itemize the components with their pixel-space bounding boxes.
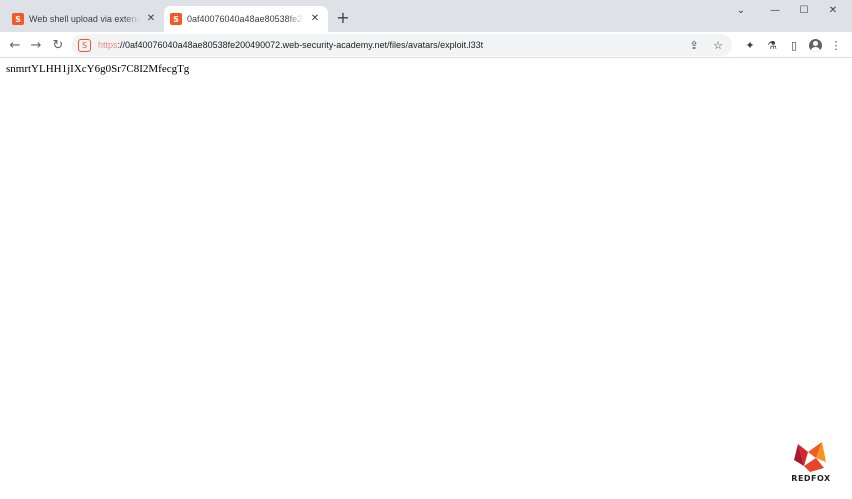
labs-flask-icon[interactable]: ⚗ (763, 36, 781, 54)
response-body-text: snmrtYLHH1jIXcY6g0Sr7C8I2MfecgTg (6, 63, 190, 75)
close-tab-icon[interactable]: ✕ (308, 12, 322, 26)
profile-avatar-icon[interactable] (806, 36, 824, 54)
site-info-icon[interactable]: S (78, 38, 91, 52)
tab-web-shell-upload[interactable]: S Web shell upload via extension bl ✕ (6, 6, 164, 32)
new-tab-icon[interactable]: + (334, 9, 352, 27)
bookmark-star-icon[interactable]: ☆ (710, 37, 726, 53)
browser-toolbar: ← → ↻ S https://0af40076040a48ae80538fe2… (0, 32, 852, 58)
minimize-icon[interactable]: — (760, 0, 790, 20)
address-bar[interactable]: S https://0af40076040a48ae80538fe2004900… (72, 34, 732, 56)
tab-title: 0af40076040a48ae80538fe200490 (187, 14, 304, 24)
window-close-icon[interactable]: ✕ (818, 0, 848, 20)
url-scheme: https (98, 40, 118, 50)
reload-icon[interactable]: ↻ (49, 36, 67, 54)
extensions-puzzle-icon[interactable]: ✦ (741, 36, 759, 54)
tab-search-chevron-down-icon[interactable]: ⌄ (726, 0, 756, 20)
close-tab-icon[interactable]: ✕ (144, 12, 158, 26)
avatar (808, 38, 822, 52)
maximize-icon[interactable]: ☐ (789, 0, 819, 20)
tab-strip: S Web shell upload via extension bl ✕ S … (0, 0, 852, 32)
share-icon[interactable]: ⇪ (686, 37, 702, 53)
portswigger-favicon-icon: S (12, 13, 24, 25)
tab-title: Web shell upload via extension bl (29, 14, 140, 24)
kebab-menu-icon[interactable]: ⋮ (827, 36, 845, 54)
portswigger-favicon-icon: S (170, 13, 182, 25)
side-panel-icon[interactable]: ▯ (785, 36, 803, 54)
page-content: snmrtYLHH1jIXcY6g0Sr7C8I2MfecgTg (0, 59, 852, 499)
tab-active-exploit[interactable]: S 0af40076040a48ae80538fe200490 ✕ (164, 6, 328, 32)
redfox-logo: REDFOX (786, 440, 836, 490)
back-arrow-icon[interactable]: ← (6, 36, 24, 54)
url-rest: ://0af40076040a48ae80538fe200490072.web-… (117, 40, 484, 50)
watermark-label: REDFOX (791, 474, 831, 483)
fox-head-icon (794, 442, 826, 472)
forward-arrow-icon[interactable]: → (27, 36, 45, 54)
url-text: https://0af40076040a48ae80538fe200490072… (98, 40, 483, 50)
